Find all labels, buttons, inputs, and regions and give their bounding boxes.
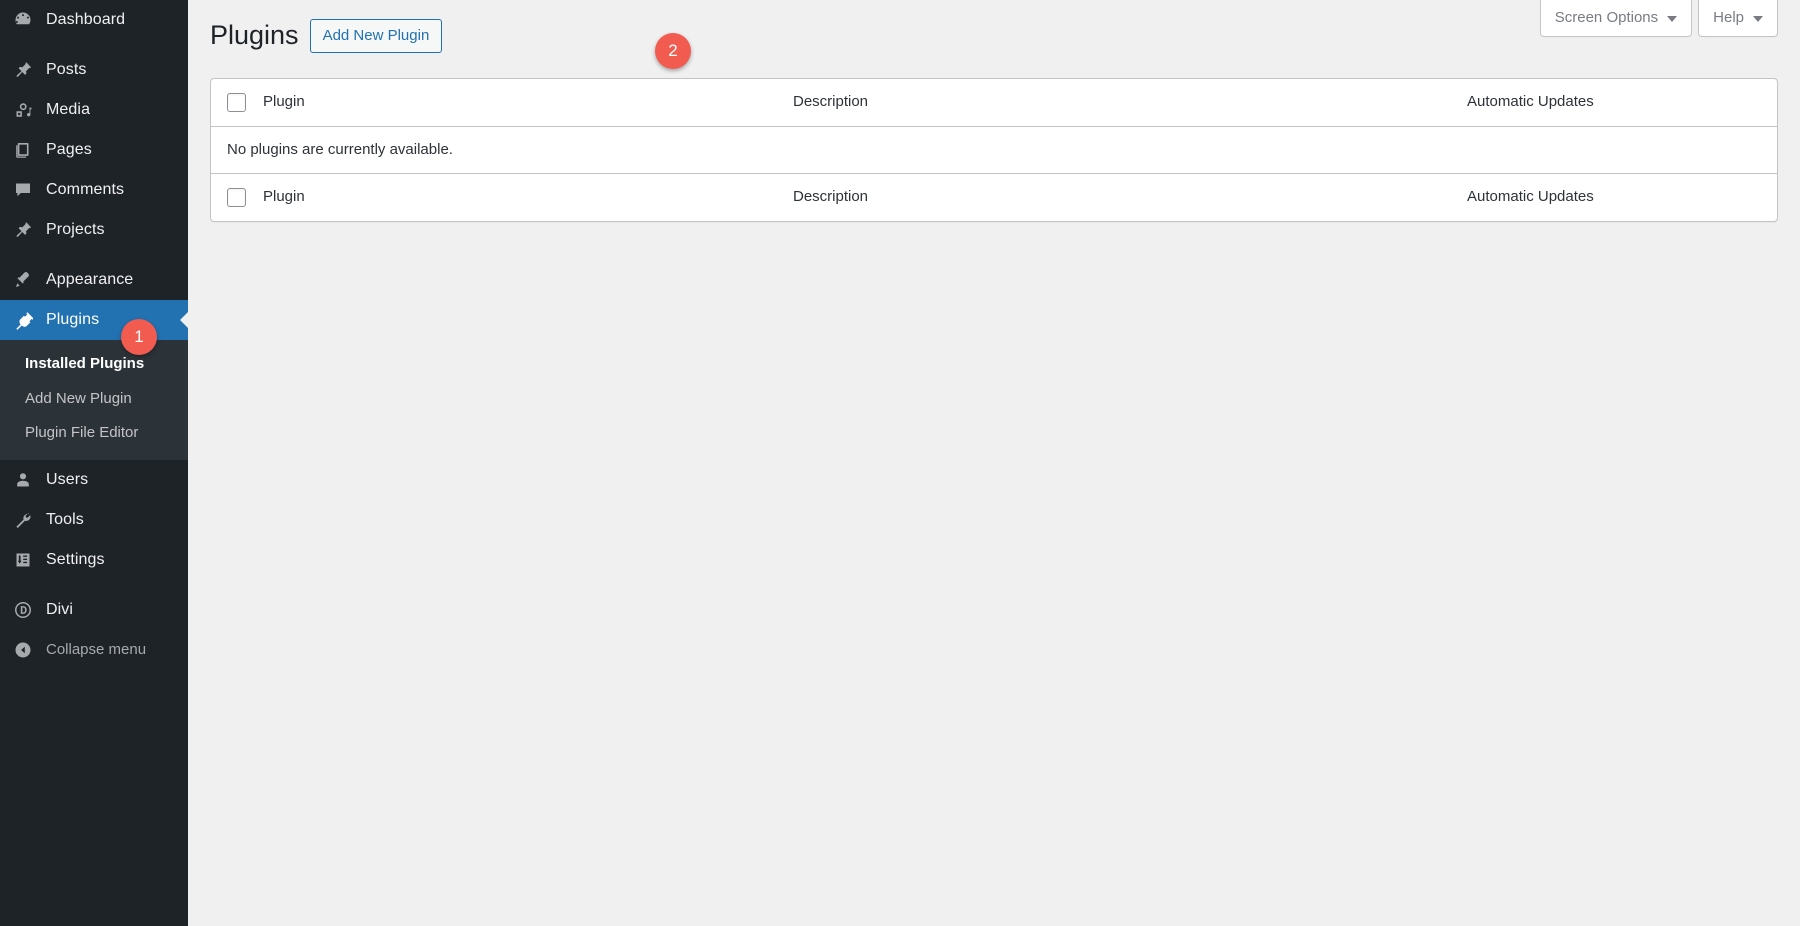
select-all-header: [211, 79, 253, 127]
sidebar-item-divi[interactable]: Divi: [0, 590, 188, 630]
column-header-plugin[interactable]: Plugin: [253, 79, 783, 127]
collapse-menu-label: Collapse menu: [46, 641, 146, 658]
sidebar-item-label: Appearance: [46, 272, 133, 288]
collapse-menu-button[interactable]: Collapse menu: [0, 630, 188, 670]
sidebar-item-appearance[interactable]: Appearance: [0, 260, 188, 300]
admin-sidebar: Dashboard Posts Media Pages Comments Pro…: [0, 0, 188, 926]
help-button[interactable]: Help: [1698, 0, 1778, 37]
screen-options-button[interactable]: Screen Options: [1540, 0, 1692, 37]
divi-icon: [13, 600, 33, 620]
table-row-empty: No plugins are currently available.: [211, 127, 1777, 174]
column-footer-plugin[interactable]: Plugin: [253, 173, 783, 221]
user-icon: [13, 470, 33, 490]
sidebar-item-label: Comments: [46, 182, 124, 198]
screen-options-label: Screen Options: [1555, 10, 1658, 25]
column-footer-description: Description: [783, 173, 1457, 221]
marker-badge-1: 1: [121, 319, 157, 355]
empty-message: No plugins are currently available.: [211, 127, 1777, 174]
column-header-automatic-updates: Automatic Updates: [1457, 79, 1777, 127]
sidebar-item-label: Dashboard: [46, 12, 125, 28]
sidebar-item-projects[interactable]: Projects: [0, 210, 188, 250]
table-header-row: Plugin Description Automatic Updates: [211, 79, 1777, 127]
sidebar-item-label: Divi: [46, 602, 73, 618]
sidebar-separator: [0, 40, 188, 50]
sidebar-item-label: Users: [46, 472, 88, 488]
main-content: Screen Options Help Plugins Add New Plug…: [188, 0, 1800, 926]
sidebar-item-label: Posts: [46, 62, 87, 78]
dashboard-icon: [13, 10, 33, 30]
plugins-table-body: No plugins are currently available.: [211, 127, 1777, 174]
submenu-item-installed-plugins[interactable]: Installed Plugins: [0, 347, 188, 382]
sidebar-separator: [0, 250, 188, 260]
select-all-checkbox[interactable]: [227, 93, 246, 112]
sidebar-item-pages[interactable]: Pages: [0, 130, 188, 170]
sidebar-item-label: Projects: [46, 222, 105, 238]
pages-icon: [13, 140, 33, 160]
sidebar-item-comments[interactable]: Comments: [0, 170, 188, 210]
comments-icon: [13, 180, 33, 200]
pin-icon: [13, 60, 33, 80]
select-all-footer: [211, 173, 253, 221]
sidebar-item-users[interactable]: Users: [0, 460, 188, 500]
submenu-item-plugin-file-editor[interactable]: Plugin File Editor: [0, 416, 188, 451]
plugins-table-foot: Plugin Description Automatic Updates: [211, 173, 1777, 221]
settings-icon: [13, 550, 33, 570]
sidebar-item-label: Settings: [46, 552, 105, 568]
sidebar-item-label: Tools: [46, 512, 84, 528]
help-label: Help: [1713, 10, 1744, 25]
sidebar-item-dashboard[interactable]: Dashboard: [0, 0, 188, 40]
plugin-icon: [13, 310, 33, 330]
marker-badge-2: 2: [655, 33, 691, 69]
plugins-submenu: Installed Plugins Add New Plugin Plugin …: [0, 340, 188, 460]
pin-icon: [13, 220, 33, 240]
sidebar-item-media[interactable]: Media: [0, 90, 188, 130]
sidebar-item-posts[interactable]: Posts: [0, 50, 188, 90]
plugins-table-head: Plugin Description Automatic Updates: [211, 79, 1777, 127]
collapse-left-icon: [13, 640, 33, 660]
sidebar-item-label: Plugins: [46, 312, 99, 328]
sidebar-separator: [0, 580, 188, 590]
sidebar-item-tools[interactable]: Tools: [0, 500, 188, 540]
chevron-down-icon: [1753, 16, 1763, 22]
sidebar-item-plugins[interactable]: Plugins: [0, 300, 188, 340]
add-new-plugin-button[interactable]: Add New Plugin: [310, 19, 443, 53]
plugins-table: Plugin Description Automatic Updates No …: [210, 78, 1778, 222]
table-footer-row: Plugin Description Automatic Updates: [211, 173, 1777, 221]
screen-meta-links: Screen Options Help: [1540, 0, 1778, 37]
sidebar-item-settings[interactable]: Settings: [0, 540, 188, 580]
wrench-icon: [13, 510, 33, 530]
brush-icon: [13, 270, 33, 290]
select-all-checkbox-footer[interactable]: [227, 188, 246, 207]
page-title: Plugins: [210, 18, 299, 53]
media-icon: [13, 100, 33, 120]
sidebar-item-label: Media: [46, 102, 90, 118]
sidebar-item-label: Pages: [46, 142, 92, 158]
column-footer-automatic-updates: Automatic Updates: [1457, 173, 1777, 221]
chevron-down-icon: [1667, 16, 1677, 22]
column-header-description: Description: [783, 79, 1457, 127]
submenu-item-add-new-plugin[interactable]: Add New Plugin: [0, 382, 188, 417]
